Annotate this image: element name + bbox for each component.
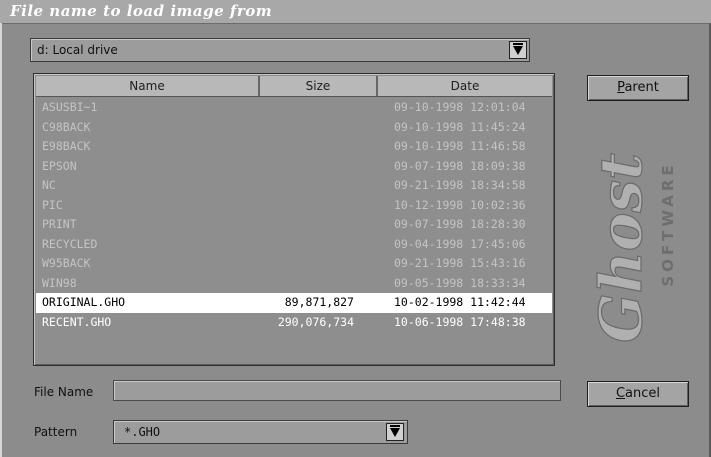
file-row[interactable]: RECENT.GHO 290,076,734 10-06-1998 17:48:38	[36, 313, 552, 333]
drive-select[interactable]: d: Local drive	[30, 38, 530, 62]
title-bar: File name to load image from	[0, 0, 711, 24]
parent-button[interactable]: Parent	[587, 75, 689, 101]
folder-row[interactable]: EPSON 09-07-1998 18:09:38	[36, 157, 552, 177]
row-name: ORIGINAL.GHO	[42, 295, 126, 309]
row-name: C98BACK	[42, 119, 91, 134]
row-name: ASUSBI~1	[42, 100, 98, 114]
file-list[interactable]: Name Size Date ASUSBI~1 09-10-1998 12:01:…	[33, 73, 555, 366]
cancel-button[interactable]: Cancel	[587, 381, 689, 407]
folder-row[interactable]: ASUSBI~1 09-10-1998 12:01:04	[36, 98, 552, 118]
folder-row[interactable]: WIN98 09-05-1998 18:33:34	[36, 274, 552, 294]
row-date: 10-06-1998 17:48:38	[394, 314, 526, 329]
file-name-input[interactable]	[113, 380, 561, 401]
row-date: 09-04-1998 17:45:06	[394, 236, 526, 251]
row-name: W95BACK	[42, 256, 91, 270]
row-name: WIN98	[42, 275, 77, 290]
file-list-rows: ASUSBI~1 09-10-1998 12:01:04 C98BACK 09-10-…	[36, 98, 552, 332]
row-date: 09-07-1998 18:28:30	[394, 217, 526, 231]
pattern-dropdown-button[interactable]	[386, 423, 404, 441]
cancel-button-label: ancel	[625, 386, 661, 401]
drive-select-value: d: Local drive	[37, 43, 118, 57]
folder-row[interactable]: C98BACK 09-10-1998 11:45:24	[36, 118, 552, 138]
row-date: 09-10-1998 11:45:24	[394, 119, 526, 134]
column-header-name[interactable]: Name	[36, 76, 260, 96]
drive-dropdown-button[interactable]	[509, 41, 527, 59]
pattern-select[interactable]: *.GHO	[113, 420, 408, 444]
folder-row[interactable]: RECYCLED 09-04-1998 17:45:06	[36, 235, 552, 255]
row-date: 09-10-1998 11:46:58	[394, 139, 526, 153]
row-date: 09-21-1998 15:43:16	[394, 256, 526, 270]
row-date: 10-12-1998 10:02:36	[394, 197, 526, 212]
file-row[interactable]: ORIGINAL.GHO 89,871,827 10-02-1998 11:42:4…	[36, 293, 552, 313]
cancel-button-mnemonic: C	[615, 386, 626, 401]
folder-row[interactable]: PIC 10-12-1998 10:02:36	[36, 196, 552, 216]
row-name: RECENT.GHO	[42, 314, 112, 329]
row-date: 09-07-1998 18:09:38	[394, 158, 526, 173]
folder-row[interactable]: NC 09-21-1998 18:34:58	[36, 176, 552, 196]
row-date: 09-10-1998 12:01:04	[394, 100, 526, 114]
pattern-select-value: *.GHO	[124, 425, 161, 439]
file-list-header: Name Size Date	[36, 76, 552, 97]
pattern-label: Pattern	[34, 425, 78, 439]
row-date: 10-02-1998 11:42:44	[394, 295, 526, 309]
row-date: 09-05-1998 18:33:34	[394, 275, 526, 290]
row-name: EPSON	[42, 158, 77, 173]
folder-row[interactable]: W95BACK 09-21-1998 15:43:16	[36, 254, 552, 274]
row-date: 09-21-1998 18:34:58	[394, 178, 526, 192]
ghost-software-logo: Ghost SOFTWARE	[593, 152, 677, 343]
row-name: E98BACK	[42, 139, 91, 153]
folder-row[interactable]: PRINT 09-07-1998 18:28:30	[36, 215, 552, 235]
row-name: RECYCLED	[42, 236, 98, 251]
row-name: PIC	[42, 197, 63, 212]
column-header-size[interactable]: Size	[260, 76, 378, 96]
file-name-label: File Name	[34, 385, 94, 399]
window-border-left	[0, 23, 2, 457]
column-header-date[interactable]: Date	[378, 76, 552, 96]
logo-main-text: Ghost	[593, 153, 655, 343]
logo-sub-text: SOFTWARE	[659, 161, 677, 286]
row-size: 89,871,827	[284, 295, 354, 309]
parent-button-label: arent	[624, 80, 659, 95]
row-name: NC	[42, 178, 56, 192]
folder-row[interactable]: E98BACK 09-10-1998 11:46:58	[36, 137, 552, 157]
window-title: File name to load image from	[10, 2, 273, 20]
row-size: 290,076,734	[277, 314, 354, 329]
row-name: PRINT	[42, 217, 77, 231]
